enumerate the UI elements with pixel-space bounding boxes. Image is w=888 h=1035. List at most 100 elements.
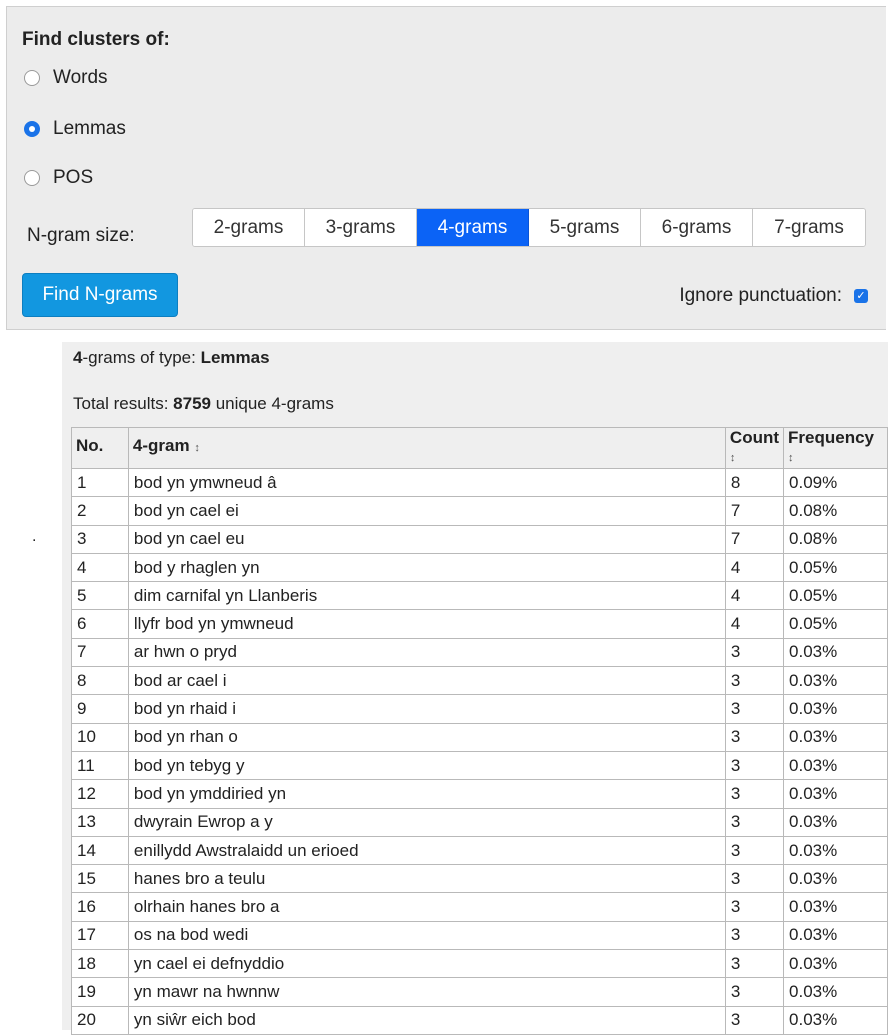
count-header-label: Count (729, 428, 780, 447)
table-row: 15 hanes bro a teulu 3 0.03% (71, 864, 888, 894)
table-row: 20 yn siŵr eich bod 3 0.03% (71, 1005, 888, 1035)
cell-count: 3 (724, 666, 785, 696)
cell-no: 12 (71, 779, 129, 809)
cell-ngram: bod ar cael i (127, 666, 726, 696)
cell-frequency: 0.03% (783, 666, 888, 696)
checkmark-icon: ✓ (856, 290, 866, 302)
cell-ngram: os na bod wedi (127, 920, 726, 951)
cell-no: 2 (71, 496, 129, 526)
stray-dot: . (32, 528, 37, 545)
ngram-4-button[interactable]: 4-grams (417, 209, 529, 246)
table-row: 1 bod yn ymwneud â 8 0.09% (71, 467, 888, 498)
cell-count: 3 (724, 977, 785, 1007)
table-row: 18 yn cael ei defnyddio 3 0.03% (71, 949, 888, 979)
cell-ngram: bod yn ymddiried yn (127, 779, 726, 809)
cell-count: 3 (724, 949, 785, 979)
cell-count: 3 (724, 864, 785, 894)
cell-count: 3 (724, 637, 785, 668)
cell-count: 3 (724, 694, 785, 724)
ignore-punctuation-label: Ignore punctuation: (679, 285, 842, 306)
ngram-7-button[interactable]: 7-grams (753, 209, 865, 246)
ngram-6-button[interactable]: 6-grams (641, 209, 753, 246)
lemmas-label: Lemmas (53, 118, 126, 139)
cell-ngram: enillydd Awstralaidd un erioed (127, 835, 726, 866)
cell-count: 7 (724, 524, 785, 554)
total-prefix: Total results: (73, 394, 174, 413)
cluster-settings-panel: Find clusters of: Words Lemmas POS N-gra… (6, 6, 886, 330)
table-row: 14 enillydd Awstralaidd un erioed 3 0.03% (71, 835, 888, 866)
sort-icon[interactable]: ↕ (788, 448, 883, 468)
find-ngrams-button[interactable]: Find N-grams (22, 273, 178, 317)
cell-count: 3 (724, 722, 785, 752)
cell-frequency: 0.03% (783, 864, 888, 894)
col-count-header[interactable]: Count ↕ (724, 427, 785, 469)
cell-count: 3 (724, 1005, 785, 1035)
cell-no: 7 (71, 637, 129, 668)
results-total-line: Total results: 8759 unique 4-grams (73, 394, 334, 414)
table-row: 6 llyfr bod yn ymwneud 4 0.05% (71, 609, 888, 639)
table-row: 2 bod yn cael ei 7 0.08% (71, 496, 888, 526)
cell-no: 3 (71, 524, 129, 554)
panel-title: Find clusters of: (22, 29, 170, 50)
ignore-punctuation: Ignore punctuation: ✓ (679, 285, 868, 307)
cell-ngram: bod yn ymwneud â (127, 467, 726, 498)
col-frequency-header[interactable]: Frequency ↕ (783, 427, 888, 469)
cell-no: 17 (71, 920, 129, 951)
cell-count: 3 (724, 779, 785, 809)
words-radio[interactable] (24, 70, 40, 86)
results-panel: 4-grams of type: Lemmas Total results: 8… (62, 342, 888, 1035)
cell-frequency: 0.03% (783, 750, 888, 781)
cell-ngram: bod yn cael ei (127, 496, 726, 526)
cell-no: 14 (71, 835, 129, 866)
cell-frequency: 0.03% (783, 694, 888, 724)
table-row: 9 bod yn rhaid i 3 0.03% (71, 694, 888, 724)
cell-no: 1 (71, 467, 129, 498)
cell-no: 11 (71, 750, 129, 781)
cell-ngram: bod yn tebyg y (127, 750, 726, 781)
frequency-header-label: Frequency (788, 428, 874, 447)
cell-ngram: dwyrain Ewrop a y (127, 807, 726, 837)
cell-ngram: yn mawr na hwnnw (127, 977, 726, 1007)
ngram-3-button[interactable]: 3-grams (305, 209, 417, 246)
sort-icon[interactable]: ↕ (194, 442, 200, 454)
radio-option-lemmas[interactable]: Lemmas (24, 118, 126, 140)
lemmas-radio[interactable] (24, 121, 40, 137)
ngram-5-button[interactable]: 5-grams (529, 209, 641, 246)
cell-frequency: 0.03% (783, 722, 888, 752)
cell-count: 3 (724, 807, 785, 837)
cell-frequency: 0.03% (783, 779, 888, 809)
radio-option-pos[interactable]: POS (24, 167, 93, 189)
cell-no: 19 (71, 977, 129, 1007)
cell-count: 4 (724, 552, 785, 583)
cell-count: 7 (724, 496, 785, 526)
cell-count: 3 (724, 920, 785, 951)
type-value: Lemmas (200, 348, 270, 367)
cell-ngram: dim carnifal yn Llanberis (127, 581, 726, 611)
col-ngram-header[interactable]: 4-gram ↕ (127, 427, 726, 469)
cell-ngram: llyfr bod yn ymwneud (127, 609, 726, 639)
cell-no: 20 (71, 1005, 129, 1035)
cell-count: 8 (724, 467, 785, 498)
cell-ngram: hanes bro a teulu (127, 864, 726, 894)
cell-no: 10 (71, 722, 129, 752)
table-header-row: No. 4-gram ↕ Count ↕ Frequency ↕ (71, 427, 888, 469)
cell-frequency: 0.08% (783, 524, 888, 554)
table-row: 7 ar hwn o pryd 3 0.03% (71, 637, 888, 668)
ngram-size-label: N-gram size: (27, 225, 135, 246)
ignore-punctuation-checkbox[interactable]: ✓ (854, 289, 868, 303)
cell-frequency: 0.05% (783, 581, 888, 611)
cell-frequency: 0.03% (783, 807, 888, 837)
pos-radio[interactable] (24, 170, 40, 186)
ngram-2-button[interactable]: 2-grams (193, 209, 305, 246)
sort-icon[interactable]: ↕ (730, 448, 779, 468)
table-row: 13 dwyrain Ewrop a y 3 0.03% (71, 807, 888, 837)
cell-ngram: yn siŵr eich bod (127, 1005, 726, 1035)
ngram-size-selector: 2-grams 3-grams 4-grams 5-grams 6-grams … (192, 208, 866, 247)
cell-frequency: 0.05% (783, 609, 888, 639)
cell-no: 5 (71, 581, 129, 611)
radio-option-words[interactable]: Words (24, 67, 108, 89)
cell-no: 13 (71, 807, 129, 837)
cell-frequency: 0.05% (783, 552, 888, 583)
cell-ngram: yn cael ei defnyddio (127, 949, 726, 979)
col-no-header: No. (71, 427, 129, 469)
